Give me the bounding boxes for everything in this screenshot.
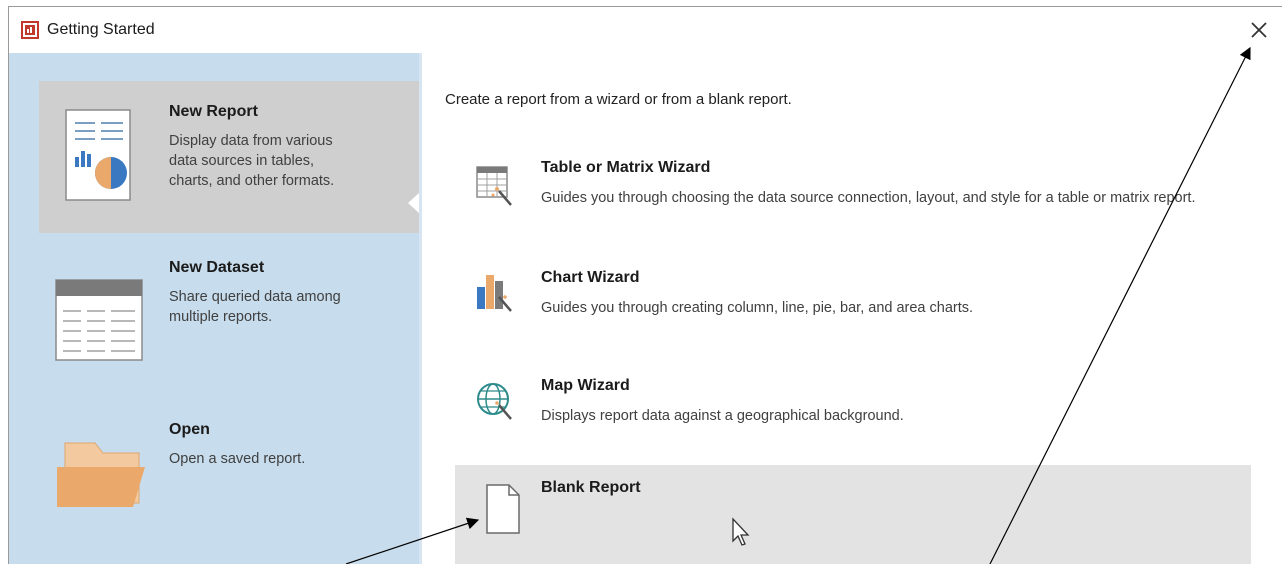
blank-report-option[interactable]: Blank Report (455, 465, 1251, 564)
blank-page-icon (485, 483, 521, 540)
title-bar: Getting Started (9, 7, 1282, 53)
sidebar-divider (419, 53, 422, 564)
dataset-table-icon (55, 279, 145, 368)
table-wizard-icon (475, 165, 515, 214)
report-builder-app-icon (21, 21, 39, 39)
sidebar-item-description: Display data from various data sources i… (169, 133, 335, 189)
close-icon[interactable] (1246, 17, 1272, 43)
wizard-title: Blank Report (541, 479, 641, 496)
folder-icon (55, 433, 147, 518)
sidebar-item-new-report[interactable]: New Report Display data from various dat… (39, 81, 419, 233)
sidebar-item-title: New Dataset (169, 259, 265, 276)
mouse-cursor-icon (731, 517, 751, 552)
sidebar-item-description: Share queried data among multiple report… (169, 289, 341, 325)
map-wizard-option[interactable]: Map Wizard Displays report data against … (455, 365, 1251, 445)
wizard-title: Chart Wizard (541, 269, 640, 286)
wizard-description: Displays report data against a geographi… (541, 408, 904, 424)
chart-wizard-option[interactable]: Chart Wizard Guides you through creating… (455, 257, 1251, 337)
intro-text: Create a report from a wizard or from a … (445, 91, 792, 108)
sidebar: New Report Display data from various dat… (9, 53, 419, 564)
wizard-description: Guides you through choosing the data sou… (541, 190, 1196, 206)
new-report-icon (65, 109, 135, 208)
sidebar-item-title: Open (169, 421, 210, 438)
wizard-title: Map Wizard (541, 377, 630, 394)
sidebar-item-open[interactable]: Open Open a saved report. (39, 403, 419, 533)
wizard-title: Table or Matrix Wizard (541, 159, 711, 176)
selection-pointer (408, 193, 419, 213)
chart-wizard-icon (475, 271, 515, 320)
map-wizard-icon (475, 379, 515, 428)
sidebar-item-description: Open a saved report. (169, 451, 306, 467)
table-matrix-wizard-option[interactable]: Table or Matrix Wizard Guides you throug… (455, 147, 1251, 239)
sidebar-item-title: New Report (169, 103, 258, 120)
getting-started-dialog: Getting Started New Report Display data … (8, 6, 1282, 564)
dialog-title: Getting Started (47, 21, 155, 38)
sidebar-item-new-dataset[interactable]: New Dataset Share queried data among mul… (39, 249, 419, 379)
wizard-description: Guides you through creating column, line… (541, 300, 974, 316)
